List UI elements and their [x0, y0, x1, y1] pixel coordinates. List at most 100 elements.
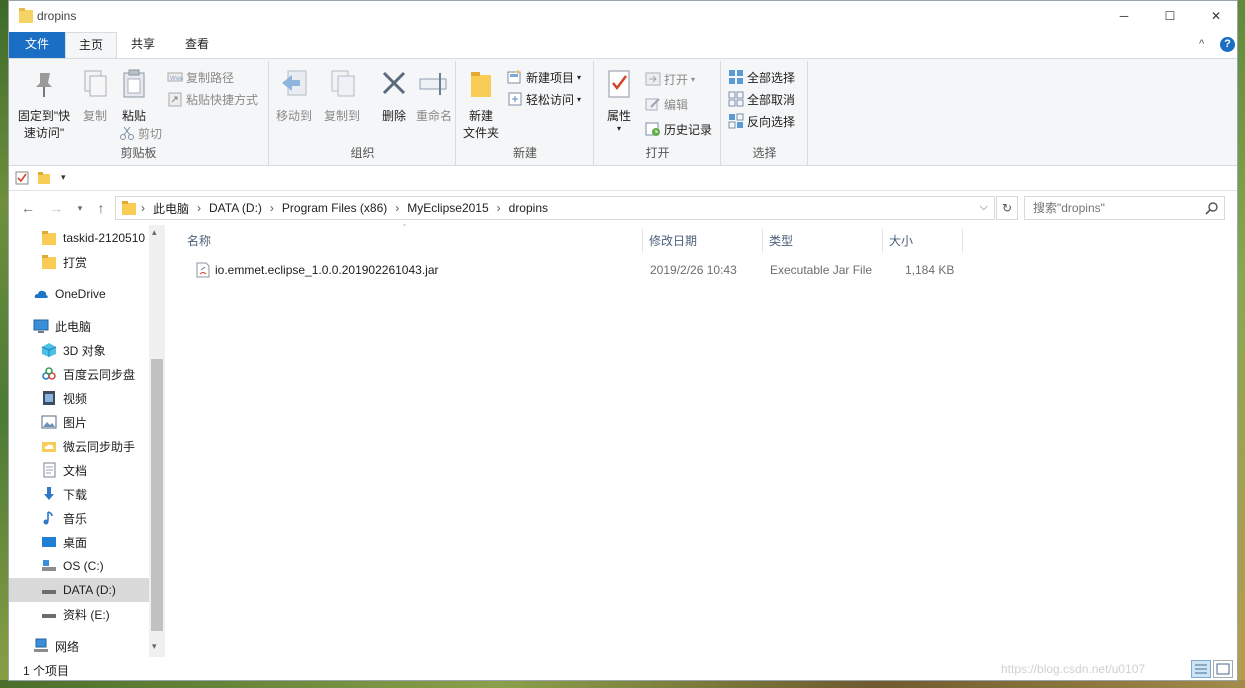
edit-button[interactable]: 编辑: [645, 94, 688, 114]
details-view-icon: [1195, 664, 1207, 674]
paste-icon: [123, 69, 145, 98]
easy-access-button[interactable]: 轻松访问 ▾: [507, 89, 581, 109]
nav-item-baidu-cloud[interactable]: 百度云同步盘: [9, 362, 149, 386]
cut-button[interactable]: 剪切: [119, 123, 162, 143]
window-title: dropins: [37, 9, 77, 23]
nav-item-videos[interactable]: 视频: [9, 386, 149, 410]
copy-button[interactable]: 复制: [77, 67, 113, 125]
nav-item-music[interactable]: 音乐: [9, 506, 149, 530]
dropdown-arrow-icon: ▾: [616, 124, 621, 133]
column-header-size[interactable]: 大小: [883, 229, 963, 253]
scroll-up-icon[interactable]: ▴: [152, 227, 157, 238]
close-button[interactable]: ✕: [1193, 1, 1239, 31]
forward-button[interactable]: →: [47, 199, 65, 217]
table-row[interactable]: io.emmet.eclipse_1.0.0.201902261043.jar …: [181, 259, 961, 281]
tab-home[interactable]: 主页: [65, 32, 117, 58]
nav-item-drive-c[interactable]: OS (C:): [9, 554, 149, 578]
navigation-pane: taskid-2120510 打赏 OneDrive 此电脑 3D 对象 百度云…: [9, 225, 165, 657]
new-folder-qat-icon[interactable]: [37, 171, 51, 185]
invert-selection-button[interactable]: 反向选择: [728, 111, 795, 131]
properties-button[interactable]: 属性 ▾: [599, 67, 639, 133]
paste-button[interactable]: 粘贴: [115, 67, 153, 125]
documents-icon: [43, 462, 56, 478]
file-name: io.emmet.eclipse_1.0.0.201902261043.jar: [215, 263, 439, 277]
nav-item-taskid[interactable]: taskid-2120510: [9, 226, 149, 250]
nav-item-network[interactable]: 网络: [9, 634, 149, 657]
maximize-button[interactable]: ☐: [1147, 1, 1193, 31]
refresh-button[interactable]: ↻: [996, 196, 1018, 220]
breadcrumb-separator[interactable]: ›: [270, 201, 274, 215]
move-to-button[interactable]: 移动到: [274, 67, 314, 125]
column-header-type[interactable]: 类型: [763, 229, 883, 253]
select-none-button[interactable]: 全部取消: [728, 89, 795, 109]
column-header-name[interactable]: 名称: [181, 229, 643, 253]
breadcrumb-separator[interactable]: ›: [497, 201, 501, 215]
nav-item-drive-e[interactable]: 资料 (E:): [9, 602, 149, 626]
back-button[interactable]: ←: [19, 199, 37, 217]
search-input[interactable]: [1024, 196, 1225, 220]
rename-button[interactable]: 重命名: [414, 67, 454, 125]
folder-icon: [122, 201, 136, 215]
clipboard-label: 剪贴板: [120, 146, 157, 160]
up-button[interactable]: ↑: [92, 199, 110, 217]
copy-path-button[interactable]: Www 复制路径: [167, 67, 234, 87]
collapse-ribbon-icon[interactable]: ^: [1199, 38, 1204, 50]
nav-item-desktop[interactable]: 桌面: [9, 530, 149, 554]
jar-file-icon: [196, 262, 210, 278]
paste-shortcut-button[interactable]: 粘贴快捷方式: [167, 89, 258, 109]
properties-check-icon[interactable]: [15, 171, 29, 185]
column-header-date[interactable]: 修改日期: [643, 229, 763, 253]
select-none-icon: [728, 91, 744, 107]
select-all-button[interactable]: 全部选择: [728, 67, 795, 87]
breadcrumb-this-pc[interactable]: 此电脑: [153, 200, 189, 217]
new-item-icon: [507, 70, 521, 84]
nav-item-drive-d[interactable]: DATA (D:): [9, 578, 149, 602]
customize-qat-icon[interactable]: ▾: [61, 172, 66, 183]
breadcrumb-dropins[interactable]: dropins: [509, 201, 548, 215]
scrollbar-thumb[interactable]: [151, 359, 163, 631]
large-icons-view-button[interactable]: [1213, 660, 1233, 678]
new-label: 新建: [512, 146, 537, 160]
downloads-icon: [44, 487, 54, 500]
recent-locations-icon[interactable]: ▾: [71, 199, 89, 217]
nav-pane-scrollbar[interactable]: ▴ ▾: [149, 225, 165, 657]
nav-item-downloads[interactable]: 下载: [9, 482, 149, 506]
properties-icon: [608, 70, 630, 98]
breadcrumb-separator[interactable]: ›: [197, 201, 201, 215]
breadcrumb-data-d[interactable]: DATA (D:): [209, 201, 262, 215]
dropdown-arrow-icon: ▾: [691, 74, 696, 84]
new-folder-button[interactable]: 新建 文件夹: [461, 67, 501, 142]
nav-item-dashang[interactable]: 打赏: [9, 250, 149, 274]
nav-item-3d-objects[interactable]: 3D 对象: [9, 338, 149, 362]
tab-file[interactable]: 文件: [9, 32, 65, 58]
open-button[interactable]: 打开 ▾: [645, 69, 695, 89]
breadcrumb-separator[interactable]: ›: [395, 201, 399, 215]
delete-button[interactable]: 删除: [374, 67, 414, 125]
tab-view[interactable]: 查看: [171, 32, 223, 58]
scroll-down-icon[interactable]: ▾: [152, 641, 157, 652]
nav-item-documents[interactable]: 文档: [9, 458, 149, 482]
breadcrumb-myeclipse[interactable]: MyEclipse2015: [407, 201, 488, 215]
copy-to-button[interactable]: 复制到: [322, 67, 362, 125]
address-bar[interactable]: › 此电脑 › DATA (D:) › Program Files (x86) …: [115, 196, 995, 220]
file-modified: 2019/2/26 10:43: [650, 263, 737, 277]
minimize-button[interactable]: ─: [1101, 1, 1147, 31]
svg-text:Www: Www: [170, 76, 183, 82]
network-icon: [34, 638, 48, 652]
details-view-button[interactable]: [1191, 660, 1211, 678]
help-icon[interactable]: ?: [1220, 37, 1235, 52]
3d-objects-icon: [41, 343, 57, 357]
nav-item-this-pc[interactable]: 此电脑: [9, 314, 149, 338]
new-item-button[interactable]: 新建项目 ▾: [507, 67, 581, 87]
history-button[interactable]: 历史记录: [645, 119, 712, 139]
nav-item-weiyun[interactable]: 微云同步助手: [9, 434, 149, 458]
nav-item-onedrive[interactable]: OneDrive: [9, 282, 149, 306]
breadcrumb-program-files[interactable]: Program Files (x86): [282, 201, 387, 215]
drive-c-icon: [42, 560, 56, 571]
tab-share[interactable]: 共享: [117, 32, 169, 58]
nav-item-pictures[interactable]: 图片: [9, 410, 149, 434]
file-list: ˆ 名称 修改日期 类型 大小 io.emmet.eclipse_1.0.0.2…: [169, 223, 1239, 657]
address-dropdown-icon[interactable]: ⌵: [980, 201, 988, 214]
pin-to-quick-access-button[interactable]: 固定到"快 速访问": [13, 67, 75, 142]
ribbon-tabs: 文件 主页 共享 查看 ^ ?: [9, 32, 1237, 58]
